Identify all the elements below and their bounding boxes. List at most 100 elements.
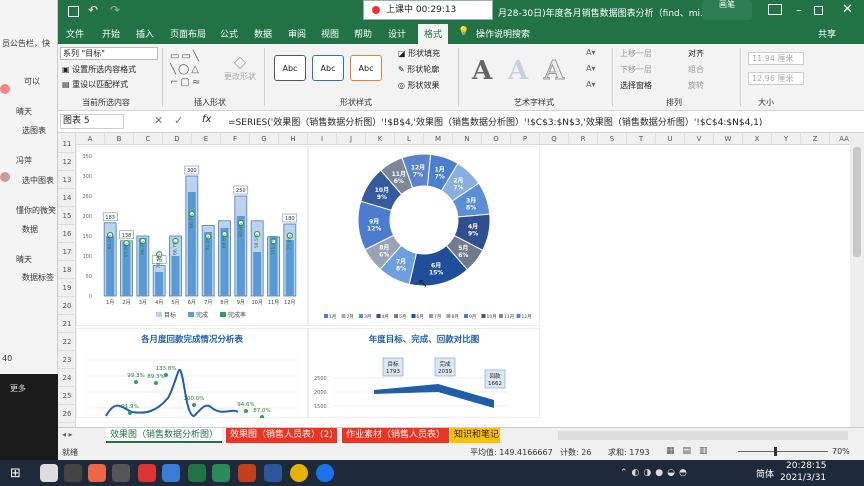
maximize-icon[interactable] xyxy=(814,6,823,15)
shape-style-3[interactable]: Abc xyxy=(350,55,382,81)
height-field[interactable]: 11.94 厘米 xyxy=(748,52,804,65)
column-header[interactable]: D xyxy=(163,133,192,145)
text-fill-icon[interactable]: A▾ xyxy=(586,48,596,57)
shape-fill-button[interactable]: ◪ 形状填充 xyxy=(398,48,440,59)
meeting-badge[interactable]: 上课中 00:29:13 xyxy=(363,0,493,20)
group-button[interactable]: 组合 xyxy=(688,64,704,75)
column-header[interactable]: C xyxy=(134,133,163,145)
powerpoint-taskbar-icon[interactable] xyxy=(238,464,256,482)
row-header[interactable]: 25 xyxy=(58,387,76,405)
send-backward-button[interactable]: 下移一层 xyxy=(620,64,652,75)
column-header[interactable]: Q xyxy=(540,133,569,145)
sheet-tab[interactable]: 作业素材（销售人员表） xyxy=(342,428,450,443)
more-button[interactable]: 更多 xyxy=(10,383,26,394)
shape-effects-button[interactable]: ◎ 形状效果 xyxy=(398,80,440,91)
column-header[interactable]: O xyxy=(482,133,511,145)
row-header[interactable]: 22 xyxy=(58,333,76,351)
rotate-button[interactable]: 旋转 xyxy=(688,80,704,91)
horizontal-scrollbar[interactable] xyxy=(558,431,848,440)
tab-insert[interactable]: 插入 xyxy=(136,27,154,40)
text-outline-icon[interactable]: A▾ xyxy=(586,64,596,73)
name-box[interactable]: 图表 5 xyxy=(60,114,124,129)
column-header[interactable]: T xyxy=(627,133,656,145)
tab-view[interactable]: 视图 xyxy=(321,27,339,40)
tab-nav-icon[interactable]: ◂ ▸ xyxy=(62,430,73,439)
tab-page-layout[interactable]: 页面布局 xyxy=(170,27,206,40)
bar-chart-monthly[interactable]: 350 300 250 200 150 100 50 0 183 82.0% 1月 138 97.8% 2… xyxy=(76,146,308,326)
column-header[interactable]: V xyxy=(685,133,714,145)
scroll-thumb[interactable] xyxy=(853,147,861,257)
row-header[interactable]: 19 xyxy=(58,279,76,297)
zoom-slider[interactable] xyxy=(738,451,828,452)
row-header[interactable]: 16 xyxy=(58,225,76,243)
column-header[interactable]: G xyxy=(250,133,279,145)
column-header[interactable]: Y xyxy=(772,133,801,145)
shape-outline-button[interactable]: ✎ 形状轮廓 xyxy=(398,64,439,75)
row-header[interactable]: 17 xyxy=(58,243,76,261)
cancel-icon[interactable]: ✕ xyxy=(154,114,163,127)
row-header[interactable]: 21 xyxy=(58,315,76,333)
column-header[interactable]: X xyxy=(743,133,772,145)
enter-icon[interactable]: ✓ xyxy=(174,114,183,127)
column-header[interactable]: W xyxy=(714,133,743,145)
tab-formulas[interactable]: 公式 xyxy=(220,27,238,40)
row-header[interactable]: 24 xyxy=(58,369,76,387)
pen-toolbar[interactable]: 画笔 xyxy=(702,0,752,20)
tab-review[interactable]: 审阅 xyxy=(288,27,306,40)
column-header[interactable]: E xyxy=(192,133,221,145)
column-header[interactable]: F xyxy=(221,133,250,145)
tab-data[interactable]: 数据 xyxy=(254,27,272,40)
tab-file[interactable]: 文件 xyxy=(66,27,84,40)
chrome-taskbar-icon[interactable] xyxy=(290,464,308,482)
excel-taskbar-icon[interactable] xyxy=(212,464,230,482)
column-header[interactable]: L xyxy=(395,133,424,145)
wordart-style-3[interactable]: A xyxy=(543,56,564,87)
word-taskbar-icon[interactable] xyxy=(264,464,282,482)
column-header[interactable]: A xyxy=(76,133,105,145)
windows-start-icon[interactable]: ⊞ xyxy=(10,466,21,481)
app-icon[interactable] xyxy=(162,464,180,482)
sheet-tab-active[interactable]: 效果图（销售数据分析图） xyxy=(106,428,223,443)
column-header[interactable]: Z xyxy=(801,133,830,145)
sheet-tab[interactable]: 效果图（销售人员表）(2) xyxy=(226,428,337,443)
format-selection-button[interactable]: ▣ 设置所选内容格式 xyxy=(62,64,136,75)
selection-pane-button[interactable]: 选择窗格 xyxy=(620,80,652,91)
row-header[interactable]: 14 xyxy=(58,189,76,207)
app-icon[interactable] xyxy=(138,464,156,482)
row-header[interactable]: 13 xyxy=(58,171,76,189)
app-icon[interactable] xyxy=(88,464,106,482)
row-header[interactable]: 23 xyxy=(58,351,76,369)
align-button[interactable]: 对齐 xyxy=(688,48,704,59)
ime-indicator[interactable]: 简体 xyxy=(756,467,774,480)
zoom-level[interactable]: 70% xyxy=(832,447,850,456)
shape-gallery[interactable]: ▭▭╲ ╲◯△ ⌐▢≈ xyxy=(170,50,222,90)
column-header[interactable]: N xyxy=(453,133,482,145)
minimize-icon[interactable]: – xyxy=(796,3,802,17)
sheet-tab[interactable]: 知识和笔记 xyxy=(450,428,500,443)
text-effects-icon[interactable]: A▾ xyxy=(586,80,596,89)
excel-taskbar-icon[interactable] xyxy=(188,464,206,482)
undo-icon[interactable]: ↶ xyxy=(88,3,98,17)
row-header[interactable]: 18 xyxy=(58,261,76,279)
reset-style-button[interactable]: ▤ 重设以匹配样式 xyxy=(62,79,128,90)
bring-forward-button[interactable]: 上移一层 xyxy=(620,48,652,59)
column-header[interactable]: K xyxy=(366,133,395,145)
tell-me-search[interactable]: 操作说明搜索 xyxy=(476,27,530,40)
view-buttons[interactable]: ▦▤▥ xyxy=(666,446,716,456)
chart-element-select[interactable]: 系列 "目标" xyxy=(60,47,158,60)
app-icon[interactable] xyxy=(112,464,130,482)
shape-style-2[interactable]: Abc xyxy=(312,55,344,81)
shape-style-1[interactable]: Abc xyxy=(274,55,306,81)
target-comparison-chart[interactable]: 年度目标、完成、回款对比图2500200015001000目标1793完成203… xyxy=(308,328,540,418)
zoom-slider-thumb[interactable] xyxy=(774,447,777,456)
row-header[interactable]: 12 xyxy=(58,153,76,171)
tab-format[interactable]: 格式 xyxy=(418,24,449,44)
donut-chart-monthly[interactable]: 1月7%2月7%3月8%4月9%5月6%6月15%7月8%8月6%9月12%10… xyxy=(308,146,540,326)
column-header[interactable]: M xyxy=(424,133,453,145)
column-header[interactable]: R xyxy=(569,133,598,145)
function-icon[interactable]: fx xyxy=(202,114,211,125)
wordart-style-2[interactable]: A xyxy=(508,56,528,86)
redo-icon[interactable]: ↷ xyxy=(110,3,120,17)
vertical-scrollbar[interactable] xyxy=(850,133,864,427)
share-button[interactable]: 共享 xyxy=(818,27,836,40)
